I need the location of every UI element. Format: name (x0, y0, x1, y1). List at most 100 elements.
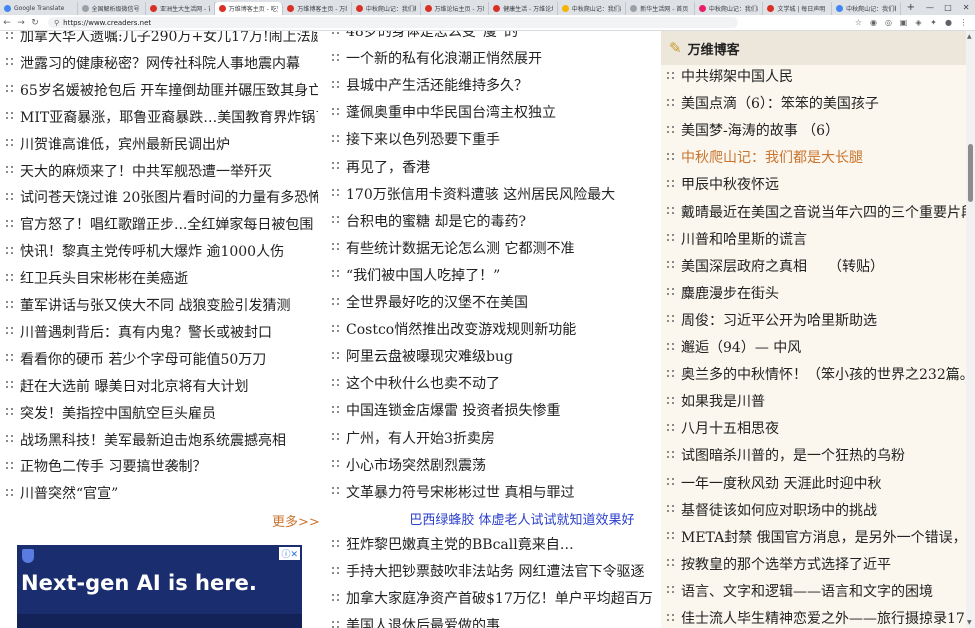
address-bar[interactable]: ⚲ https://www.creaders.net (48, 17, 738, 28)
headline-link[interactable]: 中秋爬山记：我们都是大长腿 (667, 147, 966, 167)
headline-link[interactable]: 正物色二传手 习要搞世袭制？ (6, 456, 318, 476)
headline-link[interactable]: 美国点滴（6）：笨笨的美国孩子 (667, 93, 966, 113)
headline-link[interactable]: 突发！美指控中国航空巨头雇员 (6, 403, 318, 423)
page-scrollbar[interactable]: ▲ ▼ (966, 31, 975, 628)
more-link[interactable]: 更多>> (272, 511, 320, 530)
headline-link[interactable]: 试问苍天饶过谁 20张图片看时间的力量有多恐怖 (6, 187, 318, 207)
reload-icon[interactable]: ↻ (28, 18, 42, 28)
headline-link[interactable]: 65岁名媛被抢包后 开车撞倒劫匪并碾压致其身亡 (6, 80, 318, 100)
scroll-down-icon[interactable]: ▼ (967, 619, 972, 626)
headline-link[interactable]: 董军讲话与张又侠大不同 战狼变脸引发猜测 (6, 295, 318, 315)
headline-link[interactable]: 按教皇的那个选举方式选择了近平 (667, 554, 966, 574)
scrollbar-thumb[interactable] (968, 144, 973, 202)
sponsored-text-link[interactable]: 巴西绿蜂胶 体虚老人试试就知道效果好 (387, 509, 657, 528)
browser-tab[interactable]: 万维博客主页 - 万维论 (283, 2, 352, 15)
ad-banner[interactable]: ⓘ✕ Next-gen AI is here. (17, 545, 302, 628)
new-tab-icon[interactable]: + (901, 2, 921, 13)
headline-link[interactable]: “我们被中国人吃掉了！” (332, 265, 652, 285)
headline-link[interactable]: 快讯！黎真主党传呼机大爆炸 逾1000人伤 (6, 241, 318, 261)
headline-link[interactable]: 手持大把钞票鼓吹非法站务 网红遭法官下令驱逐 (332, 561, 652, 581)
close-window-icon[interactable]: ✕ (957, 3, 975, 12)
browser-tab[interactable]: 亚洲生大生活网 - 首 (146, 2, 215, 15)
headline-link[interactable]: 美国深层政府之真相 （转贴） (667, 256, 966, 276)
extension-icon[interactable]: ◎ (881, 18, 896, 27)
headline-link[interactable]: 如果我是川普 (667, 391, 966, 411)
headline-link[interactable]: 再见了，香港 (332, 157, 652, 177)
browser-tab[interactable]: 文学城 | 每日声明 (763, 2, 833, 15)
browser-tab[interactable]: 万维论坛主页 - 万维 (421, 2, 490, 15)
headline-link[interactable]: 县城中产生活还能维持多久？ (332, 75, 652, 95)
headline-link[interactable]: 赶在大选前 曝美日对北京将有大计划 (6, 376, 318, 396)
headline-link[interactable]: 中国连锁金店爆雷 投资者损失惨重 (332, 400, 652, 420)
headline-link[interactable]: 试图暗杀川普的，是一个狂热的乌粉 (667, 445, 966, 465)
headline-link[interactable]: 蓬佩奥重申中华民国台湾主权独立 (332, 102, 652, 122)
headline-link[interactable]: META封禁 俄国官方消息，是另外一个错误，如同 (667, 527, 966, 547)
headline-link[interactable]: 川普和哈里斯的谎言 (667, 229, 966, 249)
browser-tab[interactable]: 全国解析级微信号 (78, 2, 147, 15)
minimize-icon[interactable]: — (921, 3, 939, 12)
headline-link[interactable]: 加拿大家庭净资产首破$17万亿！单户平均超百万 (332, 588, 652, 608)
menu-kebab-icon[interactable]: ⋮ (956, 18, 971, 27)
headline-link[interactable]: 美国人退休后最爱做的事 (332, 615, 652, 628)
headline-link[interactable]: MIT亚裔暴涨，耶鲁亚裔暴跌…美国教育界炸锅了 (6, 107, 318, 127)
headline-link[interactable]: 语言、文字和逻辑——语言和文字的困境 (667, 581, 966, 601)
browser-tab[interactable]: Google Translate (0, 2, 78, 15)
headline-link[interactable]: 邂逅（94）— 中风 (667, 337, 966, 357)
headline-text: 川贺谁高谁低，宾州最新民调出炉 (20, 136, 230, 153)
ad-close-icon[interactable]: ⓘ✕ (279, 547, 300, 560)
headline-link[interactable]: 麋鹿漫步在街头 (667, 283, 966, 303)
headline-link[interactable]: 甲辰中秋夜怀远 (667, 174, 966, 194)
browser-tab[interactable]: 中秋爬山记：我们都 (352, 2, 421, 15)
forward-icon[interactable]: → (14, 18, 28, 28)
headline-link[interactable]: 天大的麻烦来了！中共军舰恐遭一举歼灭 (6, 161, 318, 181)
browser-tab[interactable]: 新华生活网 - 首页 (626, 2, 695, 15)
headline-link[interactable]: 美国梦-海涛的故事 （6） (667, 120, 966, 140)
browser-tab[interactable]: 健康生活 - 万维论坛 (489, 2, 558, 15)
headline-link[interactable]: 官方怒了！唱红歌蹭正步...全红婵家每日被包围 (6, 214, 318, 234)
headline-link[interactable]: 奥兰多的中秋情怀！（笨小孩的世界之232篇。） (667, 364, 966, 384)
headline-link[interactable]: 48岁的身体是怎么变“廋”的 (332, 31, 652, 41)
headline-link[interactable]: 170万张信用卡资料遭骇 这州居民风险最大 (332, 184, 652, 204)
headline-link[interactable]: 有些统计数据无论怎么测 它都测不准 (332, 238, 652, 258)
headline-link[interactable]: 周俊：习近平公开为哈里斯助选 (667, 310, 966, 330)
headline-link[interactable]: 狂炸黎巴嫩真主党的BBcall竟来自… (332, 534, 652, 554)
headline-link[interactable]: 中共绑架中国人民 (667, 66, 966, 86)
headline-link[interactable]: Costco悄然推出改变游戏规则新功能 (332, 319, 652, 339)
headline-link[interactable]: 一个新的私有化浪潮正悄然展开 (332, 48, 652, 68)
back-icon[interactable]: ← (0, 18, 14, 28)
site-info-icon[interactable]: ⚲ (54, 19, 59, 27)
browser-tab[interactable]: 中秋爬山记：我们都 (558, 2, 627, 15)
headline-link[interactable]: 看看你的硬币 若少个字母可能值50万刀 (6, 349, 318, 369)
maximize-icon[interactable]: □ (939, 3, 957, 12)
headline-link[interactable]: 阿里云盘被曝现灾难级bug (332, 346, 652, 366)
extension-icon[interactable]: ◉ (866, 18, 881, 27)
headline-link[interactable]: 川普突然“官宣” (6, 483, 318, 503)
headline-link[interactable]: 红卫兵头目宋彬彬在美癌逝 (6, 268, 318, 288)
scroll-up-icon[interactable]: ▲ (967, 33, 972, 40)
headline-link[interactable]: 泄露习的健康秘密？网传社科院人事地震内幕 (6, 53, 318, 73)
headline-link[interactable]: 一年一度秋风劲 天涯此时迎中秋 (667, 473, 966, 493)
headline-link[interactable]: 全世界最好吃的汉堡不在美国 (332, 292, 652, 312)
browser-tab[interactable]: 中秋爬山记：我们都 (832, 2, 901, 15)
headline-link[interactable]: 台积电的蜜糖 却是它的毒药? (332, 211, 652, 231)
headline-link[interactable]: 小心市场突然剧烈震荡 (332, 455, 652, 475)
extension-icon[interactable]: ▣ (896, 18, 911, 27)
headline-link[interactable]: 八月十五相思夜 (667, 418, 966, 438)
profile-avatar-icon[interactable]: ● (941, 18, 956, 27)
headline-link[interactable]: 战场黑科技！美军最新迫击炮系统震撼亮相 (6, 430, 318, 450)
headline-link[interactable]: 戴晴最近在美国之音说当年六四的三个重要片段 (667, 202, 966, 222)
headline-link[interactable]: 基督徒该如何应对职场中的挑战 (667, 500, 966, 520)
headline-link[interactable]: 接下来以色列恐要下重手 (332, 129, 652, 149)
extension-icon[interactable]: ◈ (911, 18, 926, 27)
extensions-puzzle-icon[interactable]: ✦ (926, 18, 941, 27)
browser-tab[interactable]: 万维博客主页 - 吃完 (214, 2, 284, 15)
headline-link[interactable]: 加拿大华人遗嘱:儿子290万+女儿17万!闹上法庭 (6, 31, 318, 46)
headline-link[interactable]: 文革暴力符号宋彬彬过世 真相与罪过 (332, 482, 652, 502)
headline-link[interactable]: 佳士流人毕生精神恋爱之外——旅行摄掠录17 (667, 608, 966, 628)
headline-link[interactable]: 川普遇刺背后：真有内鬼？警长或被封口 (6, 322, 318, 342)
headline-link[interactable]: 川贺谁高谁低，宾州最新民调出炉 (6, 134, 318, 154)
bookmark-star-icon[interactable]: ☆ (851, 18, 866, 27)
browser-tab[interactable]: 中秋爬山记：我们都 (695, 2, 764, 15)
headline-link[interactable]: 这个中秋什么也卖不动了 (332, 373, 652, 393)
headline-link[interactable]: 广州，有人开始3折卖房 (332, 428, 652, 448)
